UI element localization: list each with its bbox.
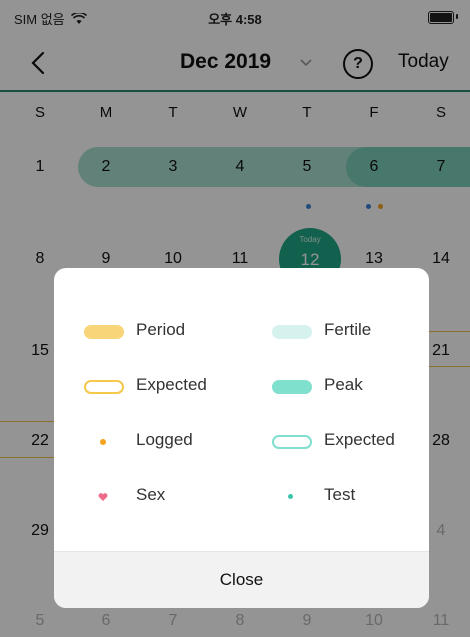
close-button[interactable]: Close [54,551,429,608]
legend-dialog: Period Fertile Expected Peak Logged Expe… [54,268,429,608]
heart-icon [98,493,108,501]
test-dot [288,494,293,499]
legend-label-expected-period: Expected [136,375,207,394]
peak-swatch [272,380,312,394]
logged-dot [100,439,106,445]
fertile-swatch [272,325,312,339]
legend-label-fertile: Fertile [324,320,372,339]
legend-row: Logged Expected [54,427,429,457]
legend-label-expected-fertile: Expected [324,430,395,449]
legend-row: Sex Test [54,482,429,512]
close-button-label: Close [219,570,264,589]
legend-label-test: Test [324,485,356,504]
legend-row: Period Fertile [54,317,429,347]
legend-row: Expected Peak [54,372,429,402]
expected-fertile-swatch [272,435,312,449]
period-swatch [84,325,124,339]
legend-label-peak: Peak [324,375,363,394]
legend-label-period: Period [136,320,186,339]
legend-label-sex: Sex [136,485,166,504]
legend-label-logged: Logged [136,430,193,449]
expected-period-swatch [84,380,124,394]
